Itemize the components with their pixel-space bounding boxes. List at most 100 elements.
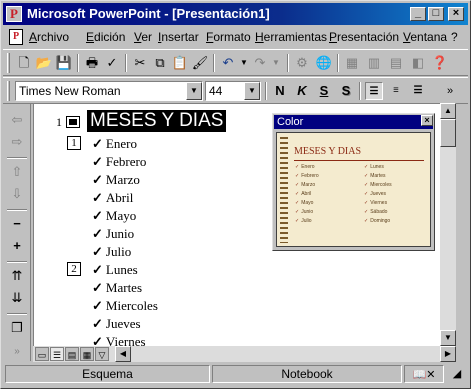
copy-icon[interactable]: ⧉ bbox=[151, 54, 169, 72]
align-center-icon[interactable]: ≡ bbox=[387, 82, 405, 100]
redo-dropdown-icon[interactable]: ▼ bbox=[267, 54, 285, 72]
normal-view-icon[interactable]: ▭ bbox=[35, 347, 49, 361]
collapse-icon[interactable]: − bbox=[8, 215, 26, 233]
menu-formato[interactable]: Formato bbox=[206, 30, 251, 44]
slide-miniature[interactable]: MESES Y DIAS ✓ Enero ✓ Febrero ✓ Marzo ✓ Abr… bbox=[276, 132, 431, 247]
menu-insertar[interactable]: Insertar bbox=[158, 30, 199, 44]
resize-grip-icon[interactable]: ◢ bbox=[446, 366, 468, 382]
minimize-button[interactable]: _ bbox=[410, 7, 426, 21]
preview-item: ✓ Jueves bbox=[364, 191, 387, 197]
list-item[interactable]: ✓ Febrero bbox=[92, 154, 146, 170]
demote-icon[interactable]: ⇨ bbox=[8, 133, 26, 151]
spelling-status-icon[interactable]: 📖✕ bbox=[413, 369, 436, 381]
close-button[interactable]: × bbox=[448, 7, 464, 21]
scroll-up-button[interactable]: ▲ bbox=[440, 103, 456, 119]
slide-title[interactable]: MESES Y DIAS bbox=[87, 110, 227, 132]
list-item[interactable]: ✓ Martes bbox=[92, 280, 142, 296]
preview-rule bbox=[294, 160, 424, 161]
help-icon[interactable]: ❓ bbox=[431, 54, 449, 72]
color-window-title[interactable]: Color bbox=[274, 115, 433, 129]
move-up-icon[interactable]: ⇧ bbox=[8, 163, 26, 181]
scroll-right-button[interactable]: ▶ bbox=[440, 346, 456, 362]
menu-edicion[interactable]: Edición bbox=[86, 30, 125, 44]
save-icon[interactable]: 💾 bbox=[55, 54, 73, 72]
color-window-close-button[interactable]: × bbox=[421, 115, 433, 126]
spelling-icon[interactable]: ✓ bbox=[103, 54, 121, 72]
list-item[interactable]: ✓ Junio bbox=[92, 226, 134, 242]
shadow-button[interactable]: S bbox=[337, 82, 355, 100]
toolbar-options-icon[interactable]: » bbox=[441, 82, 459, 100]
menu-ver[interactable]: Ver bbox=[134, 30, 152, 44]
insert-hyperlink-icon[interactable]: ⚙ bbox=[293, 54, 311, 72]
insert-chart-icon[interactable]: ▥ bbox=[365, 54, 383, 72]
vertical-scrollbar[interactable]: ▲ ▼ bbox=[440, 103, 456, 346]
insert-table-icon[interactable]: ▦ bbox=[343, 54, 361, 72]
slide-show-icon[interactable]: ▽ bbox=[95, 347, 109, 361]
align-left-icon[interactable]: ☰ bbox=[365, 82, 383, 100]
new-slide-icon[interactable]: ▤ bbox=[387, 54, 405, 72]
outline-view-icon[interactable]: ☰ bbox=[50, 347, 64, 361]
paste-icon[interactable]: 📋 bbox=[171, 54, 189, 72]
bold-button[interactable]: N bbox=[271, 82, 289, 100]
list-item[interactable]: ✓ Julio bbox=[92, 244, 131, 260]
cut-icon[interactable]: ✂ bbox=[131, 54, 149, 72]
list-item[interactable]: ✓ Enero bbox=[92, 136, 137, 152]
chevron-down-icon[interactable]: ▼ bbox=[244, 82, 260, 100]
preview-item: ✓ Miercoles bbox=[364, 182, 392, 188]
toolbar-grip[interactable] bbox=[7, 81, 10, 101]
slide-sorter-view-icon[interactable]: ▦ bbox=[80, 347, 94, 361]
toolbar-separator bbox=[125, 54, 127, 72]
scroll-down-button[interactable]: ▼ bbox=[440, 330, 456, 346]
format-painter-icon[interactable]: 🖌 bbox=[191, 54, 209, 72]
menu-herramientas[interactable]: Herramientas bbox=[255, 30, 327, 44]
standard-toolbar: 🗋 📂 💾 🖶 ✓ ✂ ⧉ 📋 🖌 ↶ ▼ ↷ ▼ ⚙ 🌐 ▦ ▥ ▤ ◧ ❓ bbox=[3, 49, 468, 76]
formatting-toolbar: Times New Roman ▼ 44 ▼ N K S S ☰ ≡ ☰ » bbox=[3, 77, 468, 104]
list-item[interactable]: ✓ Abril bbox=[92, 190, 133, 206]
menu-bar: P Archivo Edición Ver Insertar Formato H… bbox=[3, 26, 468, 48]
more-buttons-icon[interactable]: » bbox=[8, 343, 26, 361]
list-item[interactable]: ✓ Jueves bbox=[92, 316, 141, 332]
expand-icon[interactable]: + bbox=[8, 237, 26, 255]
chevron-down-icon[interactable]: ▼ bbox=[186, 82, 202, 100]
preview-item: ✓ Enero bbox=[295, 164, 315, 170]
slide-layout-icon[interactable]: ◧ bbox=[409, 54, 427, 72]
list-item[interactable]: ✓ Viernes bbox=[92, 334, 146, 346]
list-item[interactable]: ✓ Mayo bbox=[92, 208, 136, 224]
print-icon[interactable]: 🖶 bbox=[83, 54, 101, 72]
title-bar[interactable]: P Microsoft PowerPoint - [Presentación1]… bbox=[3, 3, 468, 25]
slide-icon[interactable] bbox=[66, 116, 80, 128]
list-item[interactable]: ✓ Miercoles bbox=[92, 298, 158, 314]
move-down-icon[interactable]: ⇩ bbox=[8, 185, 26, 203]
powerpoint-app-icon[interactable]: P bbox=[6, 6, 22, 22]
font-size-combo[interactable]: 44 ▼ bbox=[205, 81, 261, 101]
color-preview-window[interactable]: Color × MESES Y DIAS ✓ Enero ✓ Febrero ✓ Ma… bbox=[272, 113, 435, 251]
summary-slide-icon[interactable]: ❐ bbox=[8, 319, 26, 337]
list-item[interactable]: ✓ Lunes bbox=[92, 262, 138, 278]
group-number: 2 bbox=[67, 262, 81, 276]
scroll-thumb[interactable] bbox=[440, 119, 456, 147]
expand-all-icon[interactable]: ⇊ bbox=[8, 289, 26, 307]
italic-button[interactable]: K bbox=[293, 82, 311, 100]
web-toolbar-icon[interactable]: 🌐 bbox=[315, 54, 333, 72]
slide-view-icon[interactable]: ▤ bbox=[65, 347, 79, 361]
document-icon[interactable]: P bbox=[9, 29, 23, 45]
list-item[interactable]: ✓ Marzo bbox=[92, 172, 140, 188]
menu-archivo[interactable]: Archivo bbox=[29, 30, 69, 44]
font-name-combo[interactable]: Times New Roman ▼ bbox=[15, 81, 203, 101]
underline-button[interactable]: S bbox=[315, 82, 333, 100]
align-right-icon[interactable]: ☰ bbox=[409, 82, 427, 100]
font-name-value: Times New Roman bbox=[19, 84, 121, 98]
toolbar-grip[interactable] bbox=[7, 53, 10, 73]
collapse-all-icon[interactable]: ⇈ bbox=[8, 267, 26, 285]
new-icon[interactable]: 🗋 bbox=[15, 54, 33, 72]
menu-help[interactable]: ? bbox=[451, 30, 458, 44]
maximize-button[interactable]: □ bbox=[428, 7, 444, 21]
open-icon[interactable]: 📂 bbox=[35, 54, 53, 72]
scroll-left-button[interactable]: ◀ bbox=[115, 346, 131, 362]
slide-number: 1 bbox=[56, 115, 62, 129]
menu-presentacion[interactable]: Presentación bbox=[329, 30, 399, 44]
group-number: 1 bbox=[67, 136, 81, 150]
status-design: Notebook bbox=[212, 365, 402, 383]
menu-ventana[interactable]: Ventana bbox=[403, 30, 447, 44]
promote-icon[interactable]: ⇦ bbox=[8, 111, 26, 129]
